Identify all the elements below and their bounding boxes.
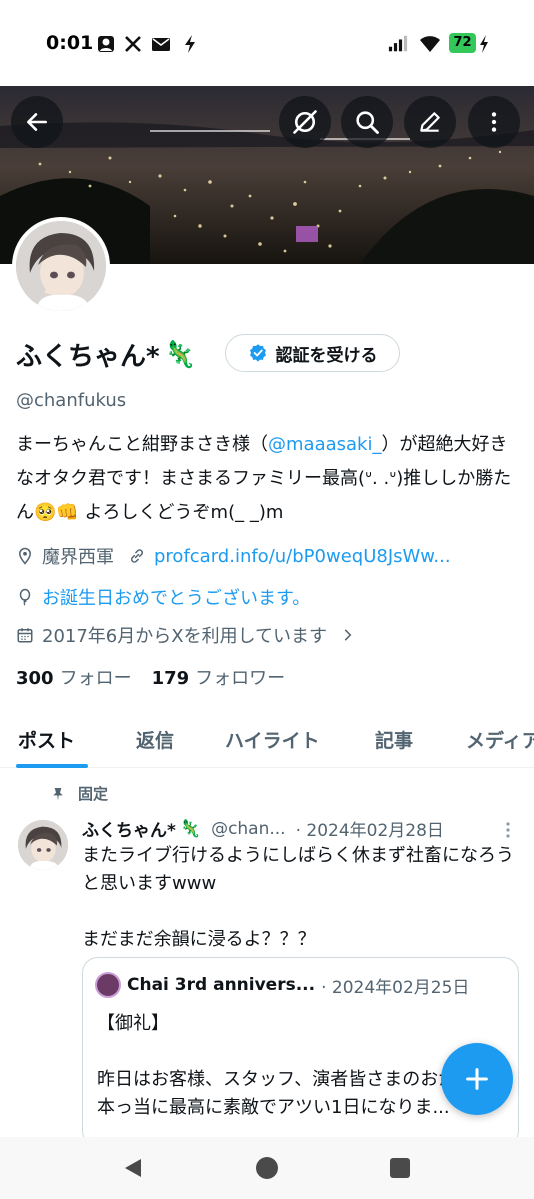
pinned-label: 固定 [78, 785, 109, 803]
calendar-icon [17, 628, 33, 643]
quote-author-avatar [95, 972, 121, 998]
following-link[interactable]: 300 フォロー [16, 664, 132, 690]
profile-website-link[interactable]: profcard.info/u/bP0weqU8JsWw... [154, 546, 451, 567]
plus-icon [466, 1068, 488, 1090]
post-date[interactable]: · 2024年02月28日 [296, 816, 444, 841]
profile-name: ふくちゃん* 🦎 [16, 336, 196, 373]
quote-author-name: Chai 3rd annivers... [127, 975, 316, 995]
follow-stats: 300 フォロー 179 フォロワー [16, 664, 285, 690]
edit-button[interactable] [404, 96, 456, 148]
charging-icon [480, 35, 488, 53]
home-circle-icon[interactable] [255, 1156, 279, 1180]
profile-handle: @chanfukus [16, 390, 127, 411]
mail-icon [152, 38, 170, 51]
post-author-avatar[interactable] [18, 820, 68, 870]
profile-birthday[interactable]: お誕生日おめでとうございます。 [42, 584, 310, 610]
followers-link[interactable]: 179 フォロワー [152, 664, 286, 690]
grok-button[interactable] [279, 96, 331, 148]
signal-icon [388, 35, 408, 52]
quote-date: · 2024年02月25日 [321, 977, 470, 998]
battery-level: 72 [453, 35, 472, 50]
get-verified-button[interactable]: 認証を受ける [225, 334, 400, 372]
post-more-icon[interactable] [502, 820, 514, 840]
followers-label: フォロワー [195, 668, 286, 689]
profile-avatar[interactable] [12, 217, 110, 315]
recents-square-icon[interactable] [388, 1156, 412, 1180]
battery-icon: 72 [449, 33, 476, 53]
back-button[interactable] [11, 96, 63, 148]
tab-articles[interactable]: 記事 [375, 726, 413, 753]
post-author-emoji: 🦎 [179, 818, 202, 839]
compose-post-button[interactable] [441, 1043, 513, 1115]
more-vertical-icon [491, 112, 497, 132]
status-time: 0:01 [46, 32, 94, 54]
post-header: ふくちゃん* 🦎 @chan... · 2024年02月28日 [82, 816, 444, 842]
avatar-image [16, 221, 106, 311]
bolt-icon [185, 35, 195, 53]
profile-location: 魔界西軍 [42, 547, 114, 568]
bio-mention-link[interactable]: @maaasaki_ [268, 434, 381, 455]
profile-meta-location-website: 魔界西軍 profcard.info/u/bP0weqU8JsWw... [16, 543, 451, 569]
quote-header: Chai 3rd annivers... · 2024年02月25日 [95, 972, 469, 998]
link-icon [130, 549, 144, 563]
arrow-left-icon [27, 113, 47, 131]
active-tab-indicator [16, 764, 88, 768]
get-verified-label: 認証を受ける [275, 345, 378, 366]
wifi-icon [420, 36, 440, 52]
post-author-name[interactable]: ふくちゃん* [82, 816, 176, 841]
post-text: またライブ行けるようにしばらく休まず社畜になろうと思いますwww まだまだ余韻に… [82, 845, 514, 950]
x-icon [125, 36, 141, 52]
profile-joined-date: 2017年6月からXを利用しています [42, 626, 328, 647]
profile-name-text: ふくちゃん* [16, 342, 160, 372]
tab-highlights[interactable]: ハイライト [225, 726, 320, 753]
pinned-indicator: 固定 [50, 783, 108, 804]
verified-badge-icon [249, 344, 266, 362]
tab-media[interactable]: メディア [466, 726, 534, 753]
post-author-handle[interactable]: @chan... [211, 819, 286, 839]
search-button[interactable] [341, 96, 393, 148]
tab-posts[interactable]: ポスト [18, 726, 75, 753]
back-triangle-icon[interactable] [121, 1156, 145, 1180]
balloon-icon [19, 588, 31, 606]
chevron-right-icon [344, 629, 352, 641]
profile-meta-birthday: お誕生日おめでとうございます。 [16, 584, 310, 610]
notification-avatar-icon [98, 36, 114, 52]
system-navigation-bar [0, 1137, 534, 1199]
post-avatar-image [18, 820, 68, 870]
grok-icon [293, 110, 317, 134]
profile-meta-joined[interactable]: 2017年6月からXを利用しています [16, 622, 355, 648]
following-label: フォロー [59, 668, 132, 689]
profile-tabs: ポスト 返信 ハイライト 記事 メディア [0, 716, 534, 768]
followers-count: 179 [151, 668, 190, 689]
lizard-emoji: 🦎 [163, 339, 196, 370]
location-pin-icon [18, 547, 32, 565]
pin-icon [53, 787, 63, 801]
more-options-button[interactable] [468, 96, 520, 148]
bio-text-1: まーちゃんこと紺野まさき様（ [16, 434, 268, 455]
profile-bio: まーちゃんこと紺野まさき様（@maaasaki_）が超絶大好きなオタク君です！ま… [16, 428, 522, 530]
status-bar: 0:01 72 [0, 0, 534, 86]
edit-icon [420, 112, 440, 132]
search-icon [356, 111, 379, 134]
following-count: 300 [16, 668, 54, 689]
tab-replies[interactable]: 返信 [136, 726, 174, 753]
